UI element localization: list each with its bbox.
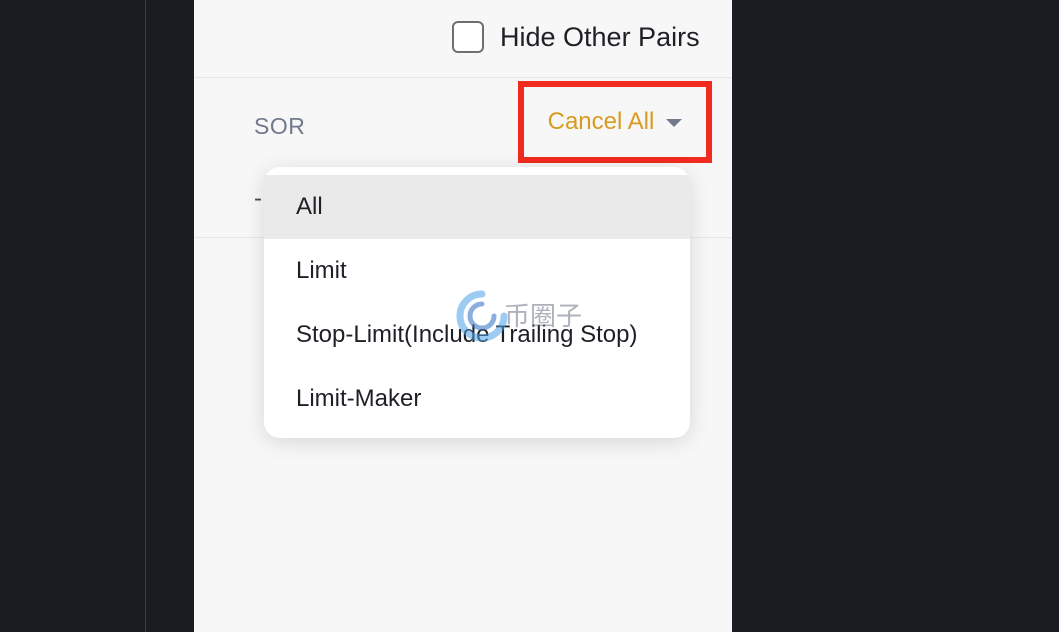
hide-other-pairs-label[interactable]: Hide Other Pairs <box>500 20 700 54</box>
filter-row: Hide Other Pairs <box>194 0 732 78</box>
menu-item-stop-limit[interactable]: Stop-Limit(Include Trailing Stop) <box>264 303 690 367</box>
cancel-all-label: Cancel All <box>547 108 655 135</box>
cancel-all-menu: All Limit Stop-Limit(Include Trailing St… <box>264 167 690 438</box>
screen: Hide Other Pairs SOR Cancel All - All Li… <box>0 0 1059 632</box>
empty-cell-value: - <box>254 185 262 212</box>
menu-item-limit-maker[interactable]: Limit-Maker <box>264 367 690 431</box>
column-divider <box>145 0 146 632</box>
menu-item-all[interactable]: All <box>264 175 690 239</box>
menu-item-limit[interactable]: Limit <box>264 239 690 303</box>
cancel-all-dropdown-button[interactable]: Cancel All <box>518 81 712 163</box>
caret-down-icon <box>666 119 683 127</box>
hide-other-pairs-checkbox[interactable] <box>452 21 484 53</box>
sor-column-header: SOR <box>254 113 306 139</box>
